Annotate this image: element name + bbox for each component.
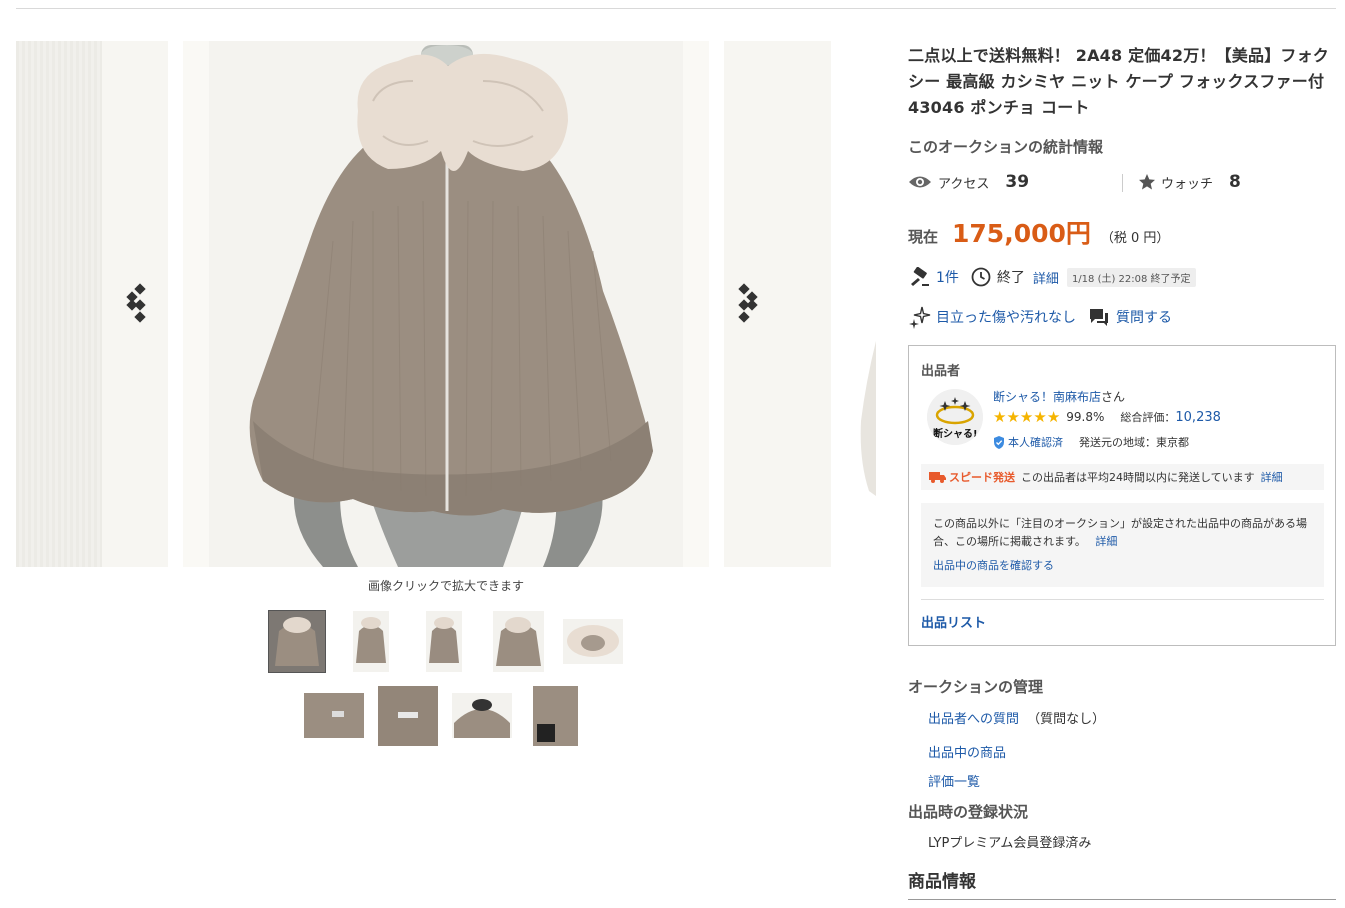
chevron-left-icon bbox=[126, 283, 146, 323]
carousel-next-button[interactable] bbox=[736, 283, 766, 327]
rating-star-icon: ★ bbox=[1006, 408, 1020, 426]
speed-detail-link[interactable]: 詳細 bbox=[1261, 469, 1283, 485]
thumbnail-4[interactable] bbox=[493, 611, 544, 672]
bid-count-link[interactable]: 1件 bbox=[936, 267, 959, 287]
rating-star-icon: ★ bbox=[1033, 408, 1047, 426]
registration-heading: 出品時の登録状況 bbox=[908, 803, 1029, 821]
condition-link[interactable]: 目立った傷や汚れなし bbox=[936, 307, 1076, 327]
question-row: 出品者への質問 （質問なし） bbox=[928, 708, 1105, 727]
avatar-label: 断シャる! bbox=[933, 429, 978, 440]
condition-row: 目立った傷や汚れなし 質問する bbox=[908, 305, 1172, 329]
rating-star-icon: ★ bbox=[993, 408, 1007, 426]
seller-suffix: さん bbox=[1101, 390, 1126, 404]
seller-heading: 出品者 bbox=[921, 364, 961, 379]
seller-rating: ★ ★ ★ ★ ★ 99.8% 総合評価： 10,238 bbox=[993, 408, 1221, 426]
seller-box: 出品者 断シャる! 断シャる！南麻布店さん ★ ★ ★ ★ ★ 99.8% 総合… bbox=[908, 345, 1336, 646]
speed-text: この出品者は平均24時間以内に発送しています bbox=[1021, 471, 1255, 484]
rating-percent: 99.8% bbox=[1066, 410, 1105, 424]
seller-name-link[interactable]: 断シャる！南麻布店 bbox=[993, 390, 1101, 404]
price-label: 現在 bbox=[908, 228, 939, 246]
notice-text: この商品以外に「注目のオークション」が設定された出品中の商品がある場合、この場所… bbox=[933, 517, 1307, 548]
item-info-divider bbox=[908, 899, 1336, 900]
speed-label: スピード発送 bbox=[949, 471, 1015, 484]
watch-count: 8 bbox=[1229, 172, 1241, 192]
notice-detail-link[interactable]: 詳細 bbox=[1095, 535, 1117, 548]
main-product-image[interactable] bbox=[183, 41, 709, 567]
notice-items-link[interactable]: 出品中の商品を確認する bbox=[933, 559, 1054, 572]
top-divider bbox=[16, 8, 1336, 9]
seller-question-link[interactable]: 出品者への質問 bbox=[928, 712, 1019, 727]
access-label: アクセス bbox=[938, 176, 990, 192]
seller-name-row: 断シャる！南麻布店さん bbox=[993, 388, 1125, 405]
total-rating-label: 総合評価： bbox=[1120, 411, 1176, 424]
end-time-badge: 1/18 (土) 22:08 終了予定 bbox=[1066, 267, 1196, 287]
ship-region: 発送元の地域：東京都 bbox=[1079, 436, 1189, 449]
price-row: 現在 175,000円 （税 0 円） bbox=[908, 214, 1169, 250]
rating-star-icon: ★ bbox=[1019, 408, 1034, 426]
end-label: 終了 bbox=[996, 270, 1025, 286]
tax-amount: （税 0 円） bbox=[1100, 231, 1170, 246]
thumbnail-9[interactable] bbox=[533, 686, 578, 746]
clock-icon bbox=[971, 267, 991, 287]
rating-star-icon: ★ bbox=[1046, 408, 1061, 426]
ratings-list-link[interactable]: 評価一覧 bbox=[928, 771, 980, 790]
stats-divider bbox=[1122, 174, 1123, 192]
item-info-heading: 商品情報 bbox=[908, 872, 976, 892]
truck-icon bbox=[929, 471, 947, 483]
verification-row: 本人確認済 発送元の地域：東京都 bbox=[993, 434, 1189, 450]
item-title: 二点以上で送料無料！ 2A48 定価42万！【美品】フォクシー 最高級 カシミヤ… bbox=[908, 46, 1329, 117]
thumbnail-1[interactable] bbox=[268, 610, 326, 673]
chat-icon bbox=[1088, 307, 1110, 327]
stats-heading: このオークションの統計情報 bbox=[908, 138, 1104, 156]
carousel-prev-button[interactable] bbox=[124, 283, 154, 327]
ask-question-link[interactable]: 質問する bbox=[1116, 307, 1172, 327]
seller-box-divider bbox=[921, 599, 1324, 600]
thumbnail-5[interactable] bbox=[563, 619, 623, 664]
verified-shield-icon bbox=[993, 435, 1005, 449]
thumbnail-3[interactable] bbox=[426, 611, 462, 672]
management-heading: オークションの管理 bbox=[908, 678, 1044, 696]
image-caption: 画像クリックで拡大できます bbox=[367, 579, 524, 593]
seller-avatar[interactable]: 断シャる! bbox=[927, 389, 983, 445]
seller-list-link[interactable]: 出品リスト bbox=[921, 612, 986, 631]
current-price: 175,000円 bbox=[952, 219, 1091, 248]
end-detail-link[interactable]: 詳細 bbox=[1033, 268, 1059, 287]
thumbnail-8[interactable] bbox=[452, 693, 512, 738]
access-stat: アクセス 39 bbox=[908, 172, 1029, 192]
registration-value: LYPプレミアム会員登録済み bbox=[928, 836, 1092, 851]
verified-link[interactable]: 本人確認済 bbox=[1008, 434, 1063, 450]
featured-notice: この商品以外に「注目のオークション」が設定された出品中の商品がある場合、この場所… bbox=[921, 503, 1324, 587]
bid-info-row: 1件 終了 詳細 1/18 (土) 22:08 終了予定 bbox=[908, 266, 1196, 288]
thumbnail-2[interactable] bbox=[353, 611, 389, 672]
sparkle-icon bbox=[908, 305, 932, 329]
question-status: （質問なし） bbox=[1027, 712, 1106, 727]
listed-items-link[interactable]: 出品中の商品 bbox=[928, 742, 1006, 761]
watch-label: ウォッチ bbox=[1161, 176, 1214, 192]
chevron-right-icon bbox=[738, 283, 758, 323]
watch-stat: ウォッチ 8 bbox=[1138, 172, 1241, 192]
poncho-image bbox=[249, 45, 653, 567]
thumbnail-7[interactable] bbox=[378, 686, 438, 746]
thumbnail-6[interactable] bbox=[304, 693, 364, 738]
eye-icon bbox=[908, 173, 932, 191]
speed-shipping-banner: スピード発送 この出品者は平均24時間以内に発送しています 詳細 bbox=[921, 464, 1324, 490]
gavel-icon bbox=[908, 267, 930, 287]
star-icon bbox=[1138, 173, 1156, 191]
access-count: 39 bbox=[1005, 172, 1030, 192]
total-rating-link[interactable]: 10,238 bbox=[1175, 410, 1221, 425]
